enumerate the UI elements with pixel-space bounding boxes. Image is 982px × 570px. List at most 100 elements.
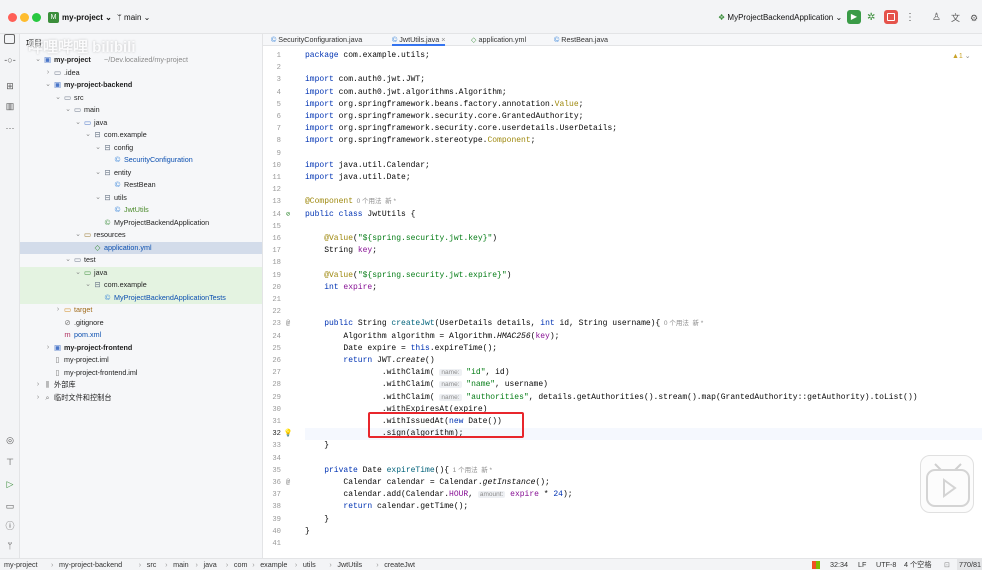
run-button[interactable]: ▶ — [847, 10, 861, 24]
code-line[interactable]: Date expire = this.expireTime(); — [305, 343, 982, 355]
tree-item[interactable]: ⌄ ▭ main — [20, 104, 262, 117]
tree-item[interactable]: › ▭ target — [20, 304, 262, 317]
chevron-right-icon[interactable]: › — [44, 67, 52, 80]
debug-icon[interactable]: ✲ — [867, 12, 875, 24]
code-line[interactable]: .withClaim( name: "id", id) — [305, 367, 982, 379]
tree-item[interactable]: © RestBean — [20, 179, 262, 192]
chevron-down-icon[interactable]: ⌄ — [84, 279, 92, 292]
chevron-down-icon[interactable]: ⌄ — [44, 79, 52, 92]
lock-icon[interactable]: ⊡ — [944, 559, 950, 570]
stop-button[interactable] — [884, 10, 898, 24]
problems-icon[interactable]: ⓘ — [4, 520, 16, 532]
code-line[interactable]: Calendar calendar = Calendar.getInstance… — [305, 477, 982, 489]
warnings-indicator[interactable]: ▲1 ⌄ — [952, 52, 971, 60]
tree-item[interactable]: m pom.xml — [20, 329, 262, 342]
code-line[interactable] — [305, 306, 982, 318]
breadcrumb-item[interactable]: com — [234, 559, 248, 570]
breadcrumb-item[interactable]: createJwt — [384, 559, 415, 570]
code-line[interactable]: return JWT.create() — [305, 355, 982, 367]
code-line[interactable] — [305, 257, 982, 269]
chevron-right-icon[interactable]: › — [44, 342, 52, 355]
tree-item[interactable]: © MyProjectBackendApplication — [20, 217, 262, 230]
project-tool-icon[interactable] — [4, 34, 15, 44]
tree-item[interactable]: › ⌕ 临时文件和控制台 — [20, 392, 262, 405]
tree-item[interactable]: ⌄ ▭ test — [20, 254, 262, 267]
code-line[interactable]: @Component 0 个用法 新 * — [305, 196, 982, 208]
breadcrumb-item[interactable]: my-project — [4, 559, 38, 570]
line-ending[interactable]: LF — [858, 559, 866, 570]
code-line[interactable] — [305, 538, 982, 550]
endpoint-icon[interactable]: @ — [283, 318, 293, 330]
chevron-right-icon[interactable]: › — [54, 304, 62, 317]
breadcrumb-item[interactable]: example — [260, 559, 287, 570]
code-line[interactable]: .withClaim( name: "authorities", details… — [305, 392, 982, 404]
tree-item[interactable]: ▯ my-project.iml — [20, 354, 262, 367]
indent-setting[interactable]: 4 个空格 — [904, 559, 932, 570]
branch-switcher[interactable]: ᛘ main ⌄ — [117, 12, 150, 24]
code-line[interactable]: public class JwtUtils { — [305, 209, 982, 221]
chevron-down-icon[interactable]: ⌄ — [94, 192, 102, 205]
code-line[interactable]: import org.springframework.security.core… — [305, 111, 982, 123]
code-line[interactable]: int expire; — [305, 282, 982, 294]
code-line[interactable]: import com.auth0.jwt.algorithms.Algorith… — [305, 87, 982, 99]
close-tab-icon[interactable]: × — [439, 35, 445, 44]
breadcrumb-item[interactable]: utils — [303, 559, 316, 570]
breadcrumb-item[interactable]: my-project-backend — [59, 559, 122, 570]
chevron-down-icon[interactable]: ⌄ — [54, 92, 62, 105]
code-editor[interactable]: package com.example.utils; import com.aut… — [305, 46, 982, 558]
code-line[interactable]: import com.auth0.jwt.JWT; — [305, 74, 982, 86]
code-line[interactable]: public String createJwt(UserDetails deta… — [305, 318, 982, 330]
tree-item[interactable]: ⌄ ⊟ com.example — [20, 129, 262, 142]
breadcrumb-item[interactable]: main — [173, 559, 189, 570]
tree-item[interactable]: © JwtUtils — [20, 204, 262, 217]
chevron-right-icon[interactable]: › — [34, 392, 42, 405]
code-line[interactable]: import java.util.Date; — [305, 172, 982, 184]
code-line[interactable]: return calendar.getTime(); — [305, 501, 982, 513]
run-config-selector[interactable]: ❖ MyProjectBackendApplication ⌄ — [718, 12, 842, 24]
chevron-right-icon[interactable]: › — [34, 379, 42, 392]
code-line[interactable]: calendar.add(Calendar.HOUR, amount: expi… — [305, 489, 982, 501]
chevron-down-icon[interactable]: ⌄ — [74, 267, 82, 280]
more-actions-icon[interactable]: ⋮ — [905, 12, 915, 24]
code-line[interactable]: } — [305, 514, 982, 526]
chevron-down-icon[interactable]: ⌄ — [94, 142, 102, 155]
code-line[interactable] — [305, 62, 982, 74]
services-icon[interactable]: ◎ — [4, 434, 16, 446]
intention-bulb-icon[interactable]: 💡 — [283, 428, 293, 440]
chevron-down-icon[interactable]: ⌄ — [64, 104, 72, 117]
code-line[interactable] — [305, 221, 982, 233]
chevron-down-icon[interactable]: ⌄ — [84, 129, 92, 142]
settings-icon[interactable]: ⚙ — [970, 12, 978, 24]
tree-item[interactable]: ⌄ ⊟ config — [20, 142, 262, 155]
structure-icon[interactable]: ⊞ — [4, 80, 16, 92]
run-tool-icon[interactable]: ▷ — [4, 478, 16, 490]
code-line[interactable]: import org.springframework.stereotype.Co… — [305, 135, 982, 147]
tree-item[interactable]: ▯ my-project-frontend.iml — [20, 367, 262, 380]
code-line[interactable]: } — [305, 526, 982, 538]
build-icon[interactable]: ⊤ — [4, 456, 16, 468]
terminal-icon[interactable]: ▭ — [4, 500, 16, 512]
code-line[interactable] — [305, 453, 982, 465]
tree-item[interactable]: › ▣ my-project-frontend — [20, 342, 262, 355]
code-line[interactable]: } — [305, 440, 982, 452]
translate-icon[interactable]: 文 — [951, 12, 960, 24]
minimize-window-button[interactable] — [20, 13, 29, 22]
code-line[interactable]: .withClaim( name: "name", username) — [305, 379, 982, 391]
code-line[interactable]: package com.example.utils; — [305, 50, 982, 62]
code-line[interactable]: String key; — [305, 245, 982, 257]
spring-bean-icon[interactable]: ⊘ — [283, 209, 293, 221]
endpoint-icon[interactable]: @ — [283, 477, 293, 489]
code-line[interactable] — [305, 148, 982, 160]
code-line[interactable]: import java.util.Calendar; — [305, 160, 982, 172]
chevron-down-icon[interactable]: ⌄ — [74, 117, 82, 130]
tab-restbean-java[interactable]: © RestBean.java — [554, 34, 608, 46]
code-line[interactable]: private Date expireTime(){ 1 个用法 新 * — [305, 465, 982, 477]
breadcrumb-item[interactable]: JwtUtils — [337, 559, 362, 570]
tree-item[interactable]: ⌄ ▭ java — [20, 266, 262, 280]
code-line[interactable]: @Value("${spring.security.jwt.key}") — [305, 233, 982, 245]
tree-item[interactable]: ⌄ ▭ resources — [20, 229, 262, 242]
more-tools-icon[interactable]: ··· — [4, 122, 16, 134]
tree-item[interactable]: ⌄ ▣ my-project-backend — [20, 79, 262, 92]
tree-item[interactable]: › ▭ .idea — [20, 67, 262, 80]
account-icon[interactable]: ♙ — [932, 12, 941, 24]
